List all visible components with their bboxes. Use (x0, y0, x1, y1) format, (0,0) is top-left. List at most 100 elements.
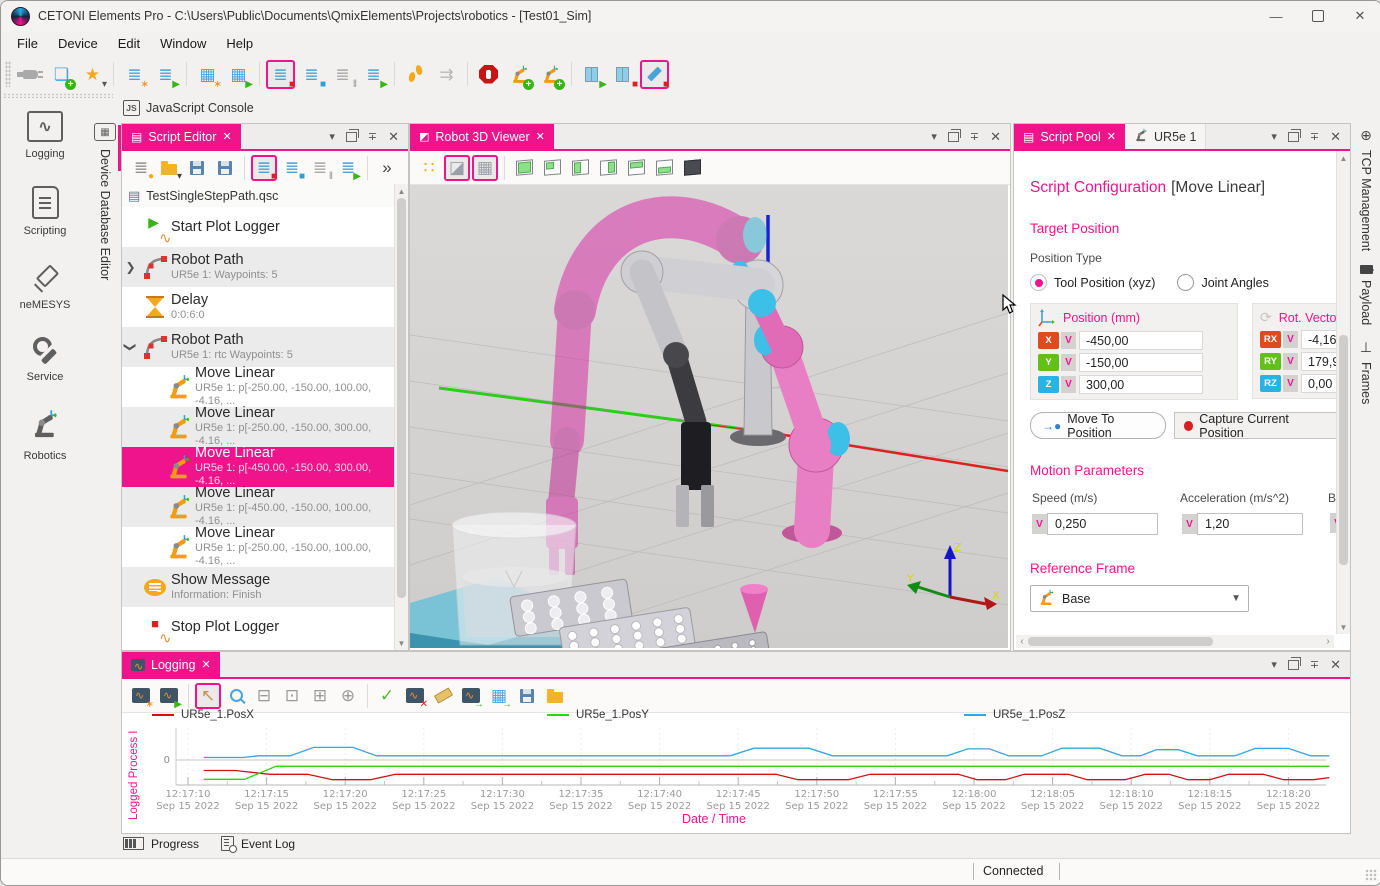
expander-expanded-icon[interactable]: ❯ (124, 339, 138, 356)
favorites-icon[interactable]: ★▾ (78, 60, 107, 89)
scroll-down-icon[interactable]: ▼ (398, 636, 406, 650)
toolbar-grip[interactable] (5, 61, 11, 87)
expander-collapsed-icon[interactable]: ❯ (122, 260, 139, 274)
device-start-icon[interactable]: ▦▶ (224, 60, 253, 89)
robot-3d-scene[interactable]: Z Y X (410, 185, 1008, 648)
value-x[interactable]: -450,00 (1079, 331, 1203, 350)
pin-panel-icon[interactable]: ∓ (970, 130, 979, 143)
close-panel-icon[interactable]: ✕ (1330, 657, 1341, 673)
script-start-icon[interactable]: ≣▶ (151, 60, 180, 89)
progress-tab[interactable]: Progress (123, 837, 199, 851)
export-table-icon[interactable]: ▦→ (486, 683, 512, 709)
float-panel-icon[interactable] (1288, 660, 1299, 670)
tab-close-icon[interactable]: ✕ (222, 130, 231, 143)
acceleration-field[interactable]: V 1,20 (1180, 513, 1303, 535)
script-step-stop-plot-logger[interactable]: ■Stop Plot Logger (122, 607, 395, 647)
move-to-position-button[interactable]: →● Move To Position (1030, 412, 1166, 439)
variable-badge[interactable]: V (1032, 514, 1047, 534)
tab-menu-icon[interactable]: ▾ (329, 130, 335, 143)
dosing-start-icon[interactable]: ▶ (578, 60, 607, 89)
tab-close-icon[interactable]: ✕ (536, 130, 545, 143)
scroll-right-icon[interactable]: › (1322, 636, 1334, 647)
view-top-icon[interactable] (623, 155, 649, 181)
reference-frame-select[interactable]: Base ▼ (1030, 585, 1249, 612)
script-editor-scrollbar[interactable]: ▲ ▼ (394, 184, 408, 650)
script-step-move-linear[interactable]: Move LinearUR5e 1: p[-250.00, -150.00, 1… (122, 527, 395, 567)
variable-badge[interactable]: V (1061, 376, 1076, 393)
save-script-as-icon[interactable] (212, 155, 238, 181)
script-step-move-linear[interactable]: Move LinearUR5e 1: p[-250.00, -150.00, 3… (122, 407, 395, 447)
pin-panel-icon[interactable]: ∓ (1310, 658, 1319, 671)
close-button[interactable]: ✕ (1339, 1, 1380, 31)
tab-menu-icon[interactable]: ▾ (1271, 130, 1277, 143)
tab-menu-icon[interactable]: ▾ (931, 130, 937, 143)
skip-script-icon[interactable]: ≣■ (279, 155, 305, 181)
speed-field[interactable]: V 0,250 (1030, 513, 1158, 535)
open-script-icon[interactable]: ▾ (156, 155, 182, 181)
add-project-icon[interactable]: ❏+ (47, 60, 76, 89)
variable-badge[interactable]: V (1061, 354, 1076, 371)
script-step-show-message[interactable]: Show MessageInformation: Finish (122, 567, 395, 607)
script-file-row[interactable]: ▤ TestSingleStepPath.qsc (122, 184, 395, 207)
sidebar-item-logging[interactable]: ∿Logging (1, 97, 89, 172)
view-left-icon[interactable] (567, 155, 593, 181)
value-ry[interactable]: 179,95 (1301, 352, 1337, 371)
script-step-robot-path[interactable]: ❯ Robot PathUR5e 1: rtc Waypoints: 5 (122, 327, 395, 367)
view-front-icon[interactable] (511, 155, 537, 181)
zoom-box-icon[interactable]: ⊞ (307, 683, 333, 709)
sidebar-item-nemesys[interactable]: neMESYS (1, 249, 89, 323)
tab-logging[interactable]: Logging ✕ (122, 652, 220, 677)
export-image-icon[interactable]: → (458, 683, 484, 709)
radio-joint-angles[interactable]: Joint Angles (1177, 274, 1268, 291)
view-iso-icon[interactable] (679, 155, 705, 181)
floor-grid-icon[interactable]: ▦ (472, 155, 498, 181)
maximize-button[interactable] (1297, 1, 1339, 31)
scroll-up-icon[interactable]: ▲ (398, 184, 406, 198)
device-database-editor-tab[interactable]: ▦ Device Database Editor (91, 123, 119, 280)
run-script-icon[interactable]: ≣▶ (335, 155, 361, 181)
zoom-x-icon[interactable]: ⊟ (251, 683, 277, 709)
script-pool-hscrollbar[interactable]: ‹ › (1016, 635, 1334, 648)
minimize-button[interactable]: — (1255, 1, 1297, 31)
scroll-left-icon[interactable]: ‹ (1016, 636, 1028, 647)
new-step-icon[interactable]: ≣● (128, 155, 154, 181)
logger-start-icon[interactable]: ▶ (156, 683, 182, 709)
scroll-thumb[interactable] (1339, 335, 1348, 565)
event-log-tab[interactable]: Event Log (221, 836, 295, 851)
script-step-move-linear[interactable]: Move LinearUR5e 1: p[-450.00, -150.00, 3… (122, 447, 395, 487)
right-tab-frames[interactable]: ⊥Frames (1359, 339, 1373, 404)
zoom-y-icon[interactable]: ⊡ (279, 683, 305, 709)
close-panel-icon[interactable]: ✕ (1330, 129, 1341, 145)
script-step-move-linear[interactable]: Move LinearUR5e 1: p[-250.00, -150.00, 1… (122, 367, 395, 407)
close-panel-icon[interactable]: ✕ (388, 129, 399, 145)
toolbar-overflow-icon[interactable]: » (374, 155, 400, 181)
float-panel-icon[interactable] (1288, 132, 1299, 142)
log-chart[interactable]: 12:17:10Sep 15 202212:17:15Sep 15 202212… (146, 726, 1331, 814)
open-log-icon[interactable] (542, 683, 568, 709)
dosing-unit-stop-icon[interactable]: ■ (640, 60, 669, 89)
view-back-icon[interactable] (539, 155, 565, 181)
view-right-icon[interactable] (595, 155, 621, 181)
clear-log-icon[interactable]: ✕ (402, 683, 428, 709)
right-tab-payload[interactable]: Payload (1359, 265, 1373, 325)
scroll-up-icon[interactable]: ▲ (1340, 151, 1348, 165)
origin-markers-icon[interactable]: ∷ (416, 155, 442, 181)
dosing-stop-icon[interactable]: ■ (609, 60, 638, 89)
capture-current-position-button[interactable]: Capture Current Position (1174, 412, 1337, 439)
float-panel-icon[interactable] (948, 132, 959, 142)
script-pool-scrollbar[interactable]: ▲ ▼ (1336, 151, 1350, 634)
add-robot-axis-icon[interactable]: + (536, 60, 565, 89)
value-y[interactable]: -150,00 (1079, 353, 1203, 372)
tab-script-pool[interactable]: ▤ Script Pool ✕ (1014, 124, 1125, 149)
menu-file[interactable]: File (7, 33, 48, 54)
variable-badge[interactable]: V (1283, 375, 1298, 392)
right-tab-tcp-management[interactable]: ⊕TCP Management (1352, 127, 1380, 251)
script-step-robot-path[interactable]: ❯ Robot PathUR5e 1: Waypoints: 5 (122, 247, 395, 287)
tab-menu-icon[interactable]: ▾ (1271, 658, 1277, 671)
disconnect-icon[interactable] (16, 60, 45, 89)
pin-panel-icon[interactable]: ∓ (1310, 130, 1319, 143)
javascript-console-tab[interactable]: JS JavaScript Console (123, 100, 254, 116)
eraser-icon[interactable] (430, 683, 456, 709)
sidebar-item-service[interactable]: Service (1, 323, 89, 395)
pan-tool-icon[interactable]: ↖ (195, 683, 221, 709)
